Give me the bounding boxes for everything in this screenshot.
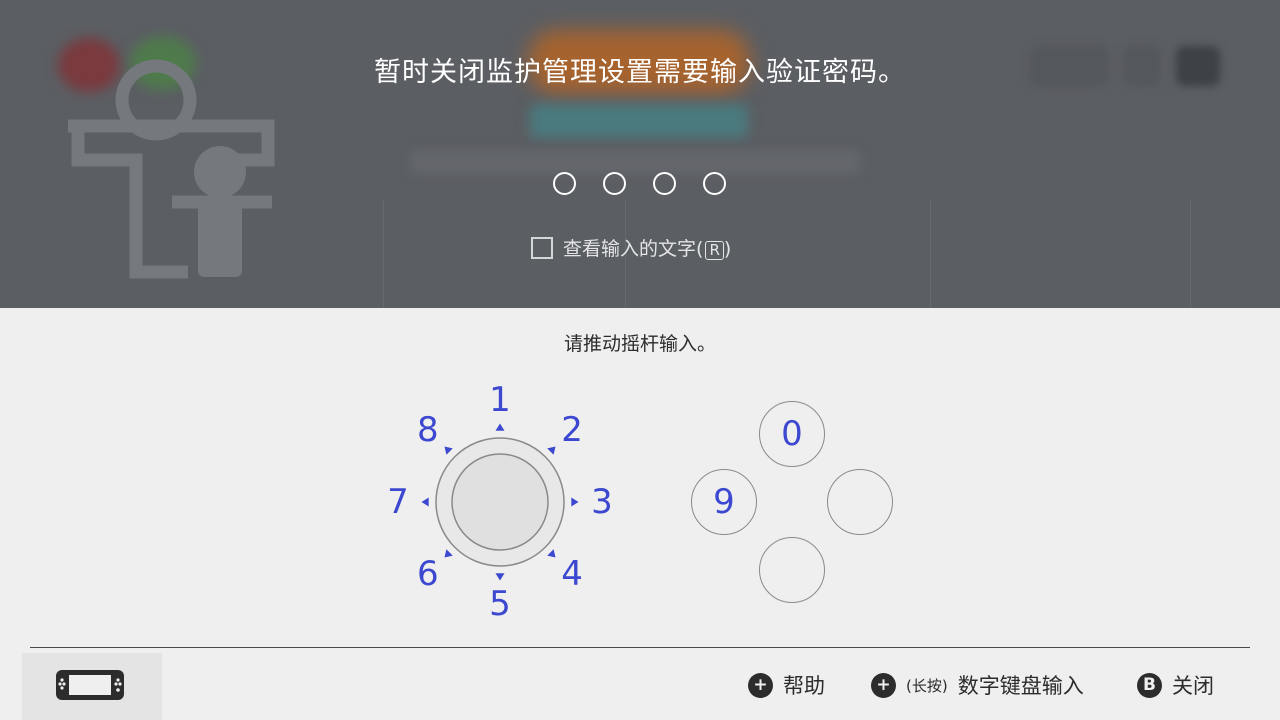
direction-arrow-icon bbox=[547, 549, 556, 558]
stick-instruction: 请推动摇杆输入。 bbox=[563, 333, 716, 355]
handheld-console-icon bbox=[56, 670, 124, 700]
stick-number-4: 4 bbox=[561, 554, 583, 594]
face-button-right[interactable] bbox=[827, 469, 893, 535]
close-label: 关闭 bbox=[1172, 674, 1214, 698]
prompt-title: 暂时关闭监护管理设置需要输入验证密码。 bbox=[374, 57, 906, 88]
pin-entry-header: 暂时关闭监护管理设置需要输入验证密码。 查看输入的文字(R) bbox=[0, 0, 1280, 308]
pin-dot bbox=[553, 172, 576, 195]
close-action[interactable]: B 关闭 bbox=[1137, 671, 1214, 699]
stick-number-2: 2 bbox=[561, 410, 583, 450]
show-text-checkbox[interactable] bbox=[531, 236, 553, 259]
direction-arrow-icon bbox=[571, 497, 579, 507]
direction-arrow-icon bbox=[421, 497, 429, 507]
footer-divider bbox=[30, 647, 1250, 648]
plus-button-icon: + bbox=[748, 672, 773, 698]
show-text-label: 查看输入的文字 bbox=[563, 238, 697, 260]
direction-arrow-icon bbox=[547, 446, 556, 455]
direction-arrow-icon bbox=[495, 573, 505, 581]
stick-number-8: 8 bbox=[417, 410, 439, 450]
plus-button-icon: + bbox=[871, 672, 896, 698]
stick-number-7: 7 bbox=[387, 482, 409, 522]
help-action[interactable]: + 帮助 bbox=[748, 671, 825, 699]
face-button-top[interactable]: 0 bbox=[759, 401, 825, 467]
console-indicator bbox=[22, 653, 162, 720]
r-button-icon: R bbox=[705, 241, 724, 260]
stick-number-6: 6 bbox=[417, 554, 439, 594]
direction-arrow-icon bbox=[495, 423, 505, 431]
stick-number-5: 5 bbox=[489, 584, 511, 624]
stick-cap[interactable] bbox=[451, 453, 549, 551]
long-press-label: (长按) bbox=[906, 676, 948, 695]
help-label: 帮助 bbox=[783, 674, 825, 698]
numpad-label: 数字键盘输入 bbox=[957, 674, 1084, 698]
stick-number-1: 1 bbox=[489, 380, 511, 420]
stick-number-3: 3 bbox=[591, 482, 613, 522]
b-button-icon: B bbox=[1137, 672, 1162, 698]
paren-open: ( bbox=[696, 238, 704, 260]
show-text-toggle[interactable]: 查看输入的文字(R) bbox=[531, 234, 731, 261]
pin-dot bbox=[653, 172, 676, 195]
pin-dot bbox=[703, 172, 726, 195]
numpad-action[interactable]: + (长按) 数字键盘输入 bbox=[871, 671, 1084, 699]
face-button-bottom[interactable] bbox=[759, 537, 825, 603]
face-button-left[interactable]: 9 bbox=[691, 469, 757, 535]
control-stick-dial[interactable]: 1 234 5 678 bbox=[370, 372, 630, 632]
pin-indicator bbox=[553, 172, 726, 195]
paren-close: ) bbox=[723, 238, 732, 260]
direction-arrow-icon bbox=[444, 549, 453, 558]
pin-dot bbox=[603, 172, 626, 195]
direction-arrow-icon bbox=[444, 446, 453, 455]
